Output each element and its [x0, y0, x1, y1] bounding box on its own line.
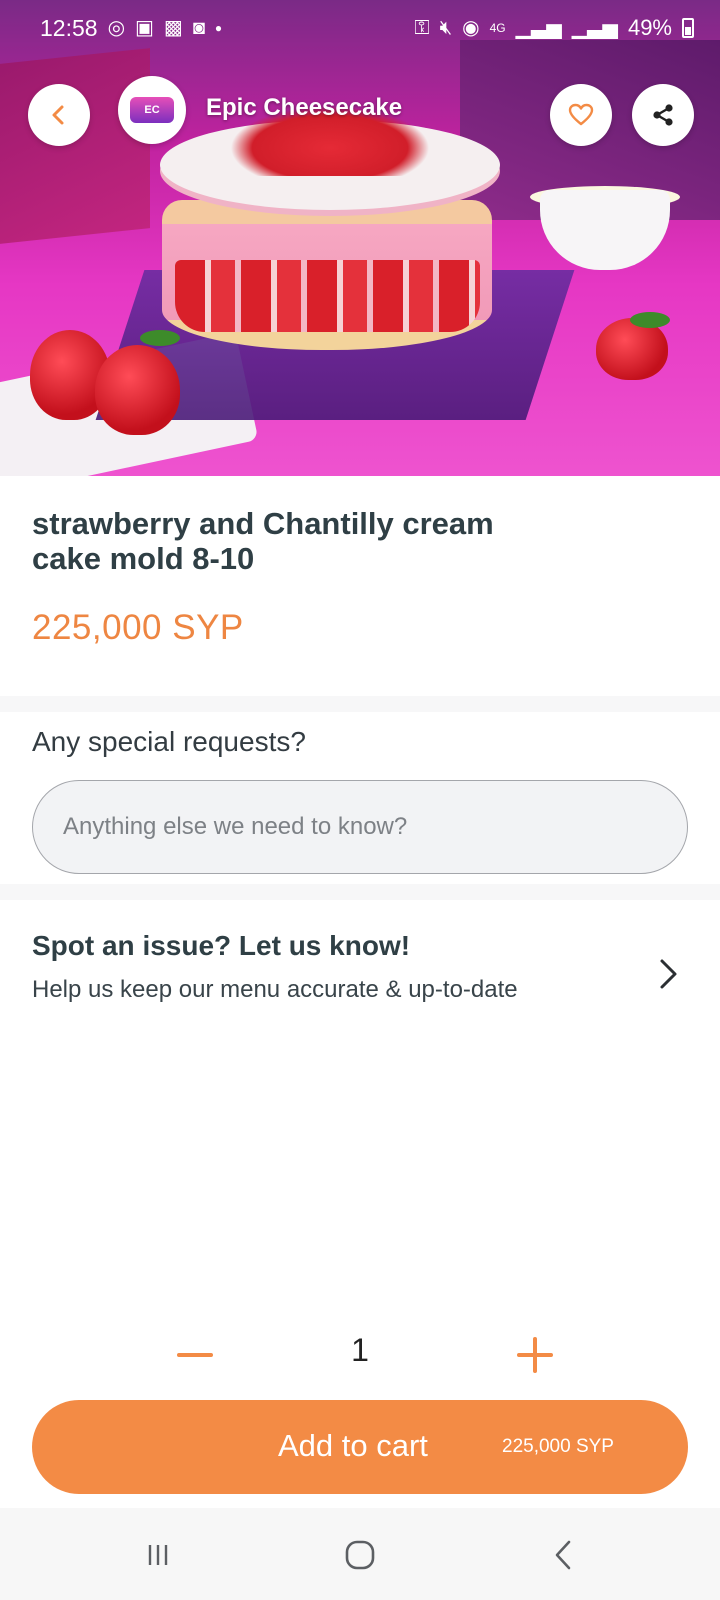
report-issue-title: Spot an issue? Let us know! [32, 930, 411, 961]
chevron-left-icon [52, 105, 64, 125]
signal-icon: ▁▃▅ [515, 17, 562, 39]
heart-icon [568, 103, 594, 126]
status-time: 12:58 [40, 14, 98, 41]
back-icon [555, 1540, 571, 1570]
battery-percent: 49% [627, 15, 672, 40]
divider [0, 884, 720, 900]
product-title: strawberry and Chantilly cream cake mold… [32, 506, 494, 576]
battery-icon [682, 18, 694, 38]
report-issue-row[interactable]: Spot an issue? Let us know! Help us keep… [0, 902, 720, 1032]
system-nav-bar [0, 1508, 720, 1600]
store-logo-image: EC [130, 97, 174, 123]
product-price: 225,000 SYP [32, 608, 244, 647]
system-back-button[interactable] [534, 1530, 594, 1580]
product-image [0, 0, 720, 476]
plus-icon [517, 1337, 553, 1373]
decor [0, 48, 150, 244]
chevron-right-icon [646, 952, 690, 996]
decor [540, 190, 670, 270]
decor [175, 260, 480, 332]
status-bar: 12:58 ◎ ▣ ▩ ◙ ● ⚿ 🔇︎ ◉ 4G ▁▃▅ ▁▃▅ 49% [0, 0, 720, 56]
divider [0, 696, 720, 712]
decor [140, 330, 180, 346]
favorite-button[interactable] [550, 84, 612, 146]
key-icon: ⚿ [414, 17, 430, 39]
signal-icon: ▁▃▅ [571, 17, 618, 39]
quantity-stepper: 1 [0, 1320, 720, 1394]
add-to-cart-button[interactable]: Add to cart 225,000 SYP [32, 1400, 688, 1494]
minus-icon [177, 1353, 213, 1357]
report-issue-subtitle: Help us keep our menu accurate & up-to-d… [32, 976, 518, 1003]
recents-icon [148, 1545, 168, 1565]
special-requests-section: Any special requests? [0, 712, 720, 882]
4g-icon: 4G [489, 21, 506, 35]
cart-total-price: 225,000 SYP [502, 1436, 614, 1457]
mute-icon: 🔇︎ [439, 17, 453, 39]
app-icon: ◙ [192, 17, 205, 39]
dot-icon: ● [214, 21, 223, 35]
add-to-cart-label: Add to cart [278, 1428, 428, 1463]
quantity-value: 1 [351, 1332, 369, 1368]
instagram-icon: ◎ [107, 17, 126, 39]
decor [630, 312, 670, 328]
recents-button[interactable] [128, 1530, 188, 1580]
facebook-icon: ▣ [135, 17, 154, 39]
product-info: strawberry and Chantilly cream cake mold… [0, 476, 720, 696]
strawberry-shape [95, 345, 180, 435]
share-icon [653, 104, 673, 126]
home-icon [345, 1540, 375, 1570]
special-requests-input[interactable] [32, 780, 688, 874]
home-button[interactable] [330, 1530, 390, 1580]
share-button[interactable] [632, 84, 694, 146]
hotspot-icon: ◉ [462, 17, 480, 39]
store-name[interactable]: Epic Cheesecake [206, 94, 402, 122]
store-logo[interactable]: EC [118, 76, 186, 144]
app-icon: ▩ [163, 17, 183, 39]
special-requests-label: Any special requests? [32, 726, 306, 757]
back-button[interactable] [28, 84, 90, 146]
decrease-quantity-button[interactable] [160, 1320, 230, 1390]
increase-quantity-button[interactable] [500, 1320, 570, 1390]
